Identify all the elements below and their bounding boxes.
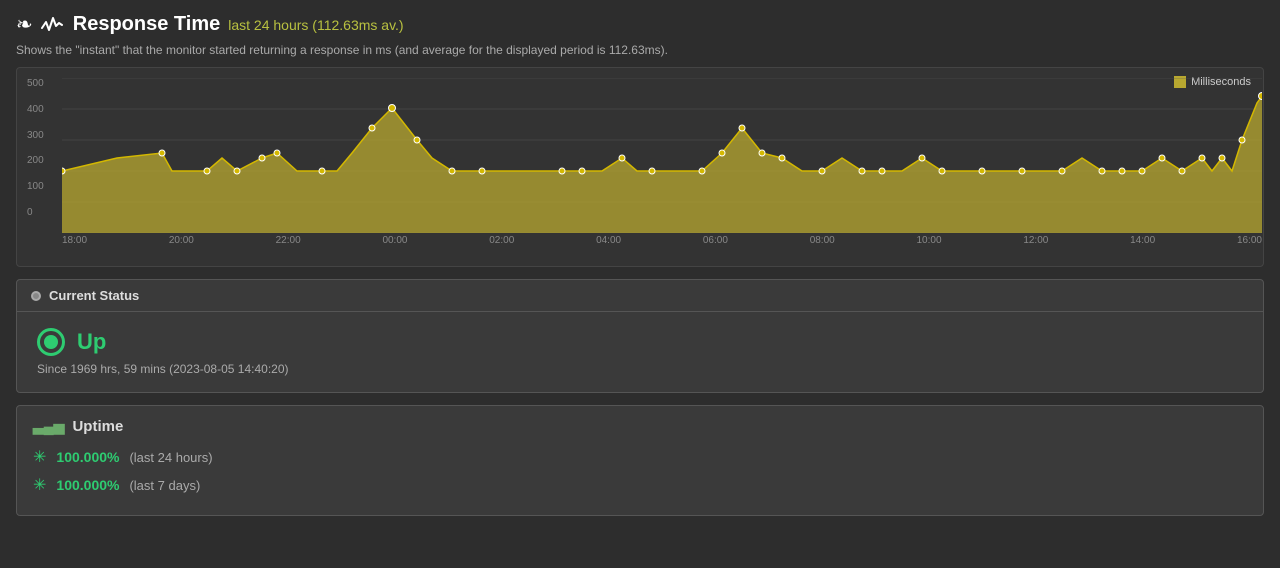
response-time-header: ❧ Response Time last 24 hours (112.63ms … — [16, 12, 1264, 37]
page-container: ❧ Response Time last 24 hours (112.63ms … — [0, 0, 1280, 528]
status-body: Up Since 1969 hrs, 59 mins (2023-08-05 1… — [17, 312, 1263, 392]
uptime-header: ▃▄▅ Uptime — [33, 418, 1247, 435]
x-axis-labels: 18:00 20:00 22:00 00:00 02:00 04:00 06:0… — [62, 235, 1262, 246]
status-up-row: Up — [37, 328, 1243, 356]
page-description: Shows the "instant" that the monitor sta… — [16, 43, 1264, 57]
activity-icon-svg — [41, 16, 63, 34]
uptime-pct-7d: 100.000% — [56, 477, 119, 493]
status-section-label: Current Status — [49, 288, 139, 303]
page-title: Response Time — [73, 13, 220, 36]
y-axis-labels: 500 400 300 200 100 0 — [27, 78, 57, 218]
activity-icon: ❧ — [16, 12, 33, 37]
status-indicator-inner — [44, 335, 58, 349]
uptime-row-24h: ✳ 100.000% (last 24 hours) — [33, 447, 1247, 467]
uptime-period-24h: (last 24 hours) — [129, 450, 212, 465]
status-since: Since 1969 hrs, 59 mins (2023-08-05 14:4… — [37, 362, 1243, 376]
page-subtitle: last 24 hours (112.63ms av.) — [228, 17, 403, 33]
uptime-row-7d: ✳ 100.000% (last 7 days) — [33, 475, 1247, 495]
uptime-section-label: Uptime — [72, 418, 123, 435]
uptime-period-7d: (last 7 days) — [129, 478, 200, 493]
chart-svg — [62, 78, 1262, 233]
bar-chart-icon: ▃▄▅ — [33, 418, 64, 435]
uptime-status-icon-1: ✳ — [33, 447, 46, 467]
chart-wrapper: 500 400 300 200 100 0 — [27, 78, 1253, 246]
uptime-pct-24h: 100.000% — [56, 449, 119, 465]
uptime-status-icon-2: ✳ — [33, 475, 46, 495]
status-up-indicator — [37, 328, 65, 356]
status-up-label: Up — [77, 329, 106, 355]
status-dot-icon — [31, 291, 41, 301]
current-status-section: Current Status Up Since 1969 hrs, 59 min… — [16, 279, 1264, 393]
response-time-chart: Milliseconds 500 400 300 200 100 0 — [16, 67, 1264, 267]
uptime-section: ▃▄▅ Uptime ✳ 100.000% (last 24 hours) ✳ … — [16, 405, 1264, 516]
status-section-header: Current Status — [17, 280, 1263, 312]
